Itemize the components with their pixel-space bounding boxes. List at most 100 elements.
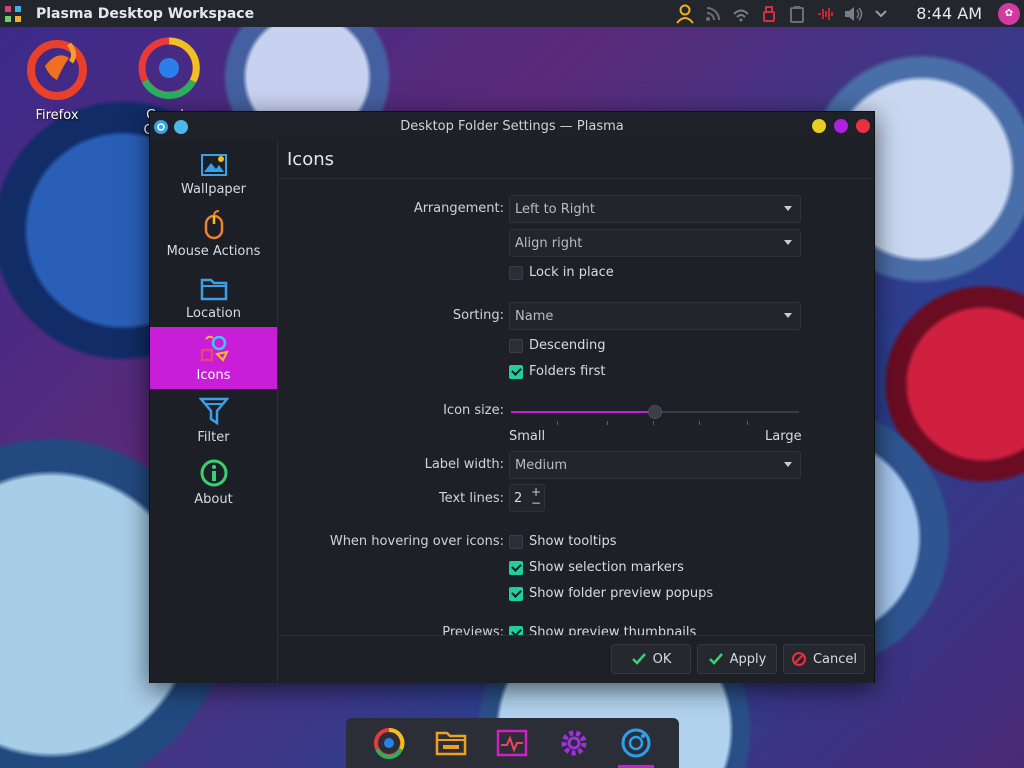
settings-window: Desktop Folder Settings — Plasma Wallpap… [149,111,875,683]
sidebar-item-icons[interactable]: Icons [150,327,277,389]
checkmark-icon [631,653,646,665]
sidebar-item-label: Icons [196,368,231,383]
folder-preview-checkbox[interactable]: Show folder preview popups [509,586,713,601]
icon-size-label: Icon size: [443,403,504,418]
cancel-button[interactable]: Cancel [783,644,865,674]
sidebar-item-location[interactable]: Location [150,265,277,327]
sidebar-item-label: Wallpaper [180,182,247,197]
alignment-select[interactable]: Align right [509,229,801,257]
checkmark-icon [708,653,723,665]
folders-first-checkbox[interactable]: Folders first [509,364,605,379]
audio-disabled-icon[interactable] [814,3,836,25]
text-lines-spinbox[interactable]: 2 + − [509,484,545,512]
sidebar-item-about[interactable]: About [150,451,277,513]
slider-tick [557,421,558,425]
info-icon [200,459,227,487]
checkbox-box-checked [509,364,523,379]
files-icon [435,731,466,756]
dock-item-chrome[interactable] [367,718,411,768]
user-icon[interactable] [674,3,696,25]
ok-button[interactable]: OK [611,644,691,674]
pin-button[interactable] [174,119,188,134]
sidebar-item-filter[interactable]: Filter [150,389,277,451]
descending-checkbox[interactable]: Descending [509,338,606,353]
clock[interactable]: 8:44 AM [916,4,982,23]
usb-icon[interactable] [758,3,780,25]
wallpaper-icon [200,154,227,176]
apply-button-label: Apply [729,651,767,667]
desktop-icon-firefox[interactable]: Firefox [12,36,102,123]
icons-settings-form: Arrangement: Left to Right Align right L… [279,179,874,635]
rss-icon[interactable] [702,3,724,25]
label-width-label: Label width: [424,457,504,472]
lock-in-place-label: Lock in place [529,265,614,280]
slider-tick [607,421,608,425]
dock-item-system-monitor[interactable] [490,718,534,768]
system-tray: 8:44 AM ✿ [674,0,1024,27]
checkbox-box-checked [509,625,523,635]
slider-tick [747,421,748,425]
chevron-down-icon [784,240,792,245]
user-avatar[interactable]: ✿ [998,2,1020,25]
dock-item-files[interactable] [429,718,473,768]
spin-buttons[interactable]: + − [531,486,541,509]
checkbox-box-checked [509,586,523,601]
window-app-icon[interactable] [154,119,168,134]
show-tooltips-checkbox[interactable]: Show tooltips [509,534,617,549]
arrangement-value: Left to Right [515,201,596,217]
settings-sidebar: Wallpaper Mouse Actions Location Icons F… [150,141,278,683]
slider-handle[interactable] [648,405,662,419]
desktop-icon-label: Firefox [35,108,79,123]
label-width-select[interactable]: Medium [509,451,801,479]
lock-in-place-checkbox[interactable]: Lock in place [509,265,614,280]
preview-thumbnails-checkbox[interactable]: Show preview thumbnails [509,625,696,635]
decrement-icon[interactable]: − [531,497,541,509]
active-app-title: Plasma Desktop Workspace [36,5,255,22]
selection-markers-checkbox[interactable]: Show selection markers [509,560,684,575]
sidebar-item-label: Location [186,306,241,321]
volume-icon[interactable] [842,3,864,25]
sidebar-item-label: Mouse Actions [166,244,261,259]
network-icon[interactable] [730,3,752,25]
label-width-value: Medium [515,457,567,473]
mouse-icon [204,210,223,240]
filter-icon [198,397,229,426]
arrangement-select[interactable]: Left to Right [509,195,801,223]
icon-size-slider[interactable] [509,405,801,425]
window-titlebar[interactable]: Desktop Folder Settings — Plasma [150,112,874,141]
expand-arrow-icon[interactable] [870,3,892,25]
selection-markers-label: Show selection markers [529,560,684,575]
folder-icon [200,278,227,301]
dock-item-plasma-settings[interactable] [614,718,658,768]
previews-label: Previews: [442,625,504,635]
close-button[interactable] [856,119,870,133]
descending-label: Descending [529,338,606,353]
page-title: Icons [279,141,874,179]
slider-tick [653,421,654,425]
dock-item-settings[interactable] [552,718,596,768]
folder-preview-label: Show folder preview popups [529,586,714,601]
chrome-icon [138,37,200,100]
cancel-icon [791,652,806,666]
settings-icon [561,730,587,756]
clipboard-icon[interactable] [786,3,808,25]
maximize-button[interactable] [834,119,848,133]
sidebar-item-wallpaper[interactable]: Wallpaper [150,141,277,203]
slider-tick [699,421,700,425]
sorting-label: Sorting: [452,308,504,323]
sorting-select[interactable]: Name [509,302,801,330]
sidebar-item-label: Filter [197,430,230,445]
app-grid-icon [5,5,21,22]
apply-button[interactable]: Apply [697,644,777,674]
preview-thumbnails-label: Show preview thumbnails [529,625,697,635]
checkbox-box [509,265,523,280]
chevron-down-icon [784,462,792,467]
slider-fill [511,411,655,413]
app-launcher-button[interactable] [0,0,26,27]
top-panel: Plasma Desktop Workspace 8:44 AM ✿ [0,0,1024,27]
sorting-value: Name [515,308,554,324]
minimize-button[interactable] [812,119,826,133]
text-lines-label: Text lines: [438,491,504,506]
sidebar-item-mouse-actions[interactable]: Mouse Actions [150,203,277,265]
text-lines-value: 2 [514,490,523,506]
